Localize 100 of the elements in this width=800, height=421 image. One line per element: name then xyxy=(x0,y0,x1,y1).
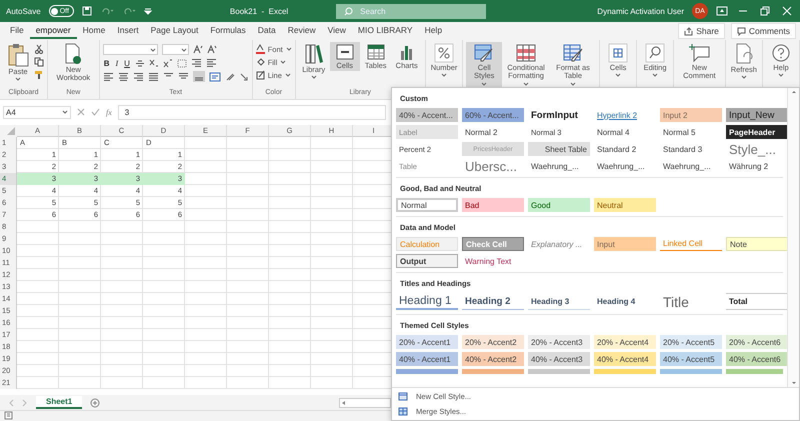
ribbon-tab[interactable]: Page Layout xyxy=(144,23,204,39)
caret-icon[interactable] xyxy=(286,47,292,51)
cell-style[interactable]: Good xyxy=(528,198,590,212)
cell-style[interactable]: 20% - Accent3 xyxy=(528,335,590,349)
highlighted-grid-icon[interactable] xyxy=(515,43,538,63)
ribbon-tab[interactable]: Formulas xyxy=(204,23,252,39)
insert-function-button[interactable]: fx xyxy=(106,108,112,116)
cell-style[interactable]: Normal xyxy=(396,198,458,212)
scroll-down-icon[interactable] xyxy=(790,379,798,387)
subscript-icon[interactable] xyxy=(148,58,159,68)
cell-style[interactable]: Normal 4 xyxy=(594,125,656,139)
cell-icon[interactable] xyxy=(334,43,355,61)
cell-style[interactable]: Explanatory ... xyxy=(528,237,590,251)
cell-style[interactable]: Note xyxy=(726,237,787,251)
add-sheet-icon[interactable] xyxy=(90,398,100,408)
cell-style[interactable]: Waehrung_... xyxy=(660,159,722,173)
percent-icon[interactable] xyxy=(434,43,454,63)
align-left-icon[interactable] xyxy=(102,72,114,82)
cell-style[interactable]: Heading 1 xyxy=(396,293,458,310)
format-button[interactable]: I xyxy=(114,58,120,68)
wrap-text-icon[interactable] xyxy=(208,72,221,82)
caret-icon[interactable] xyxy=(62,110,68,114)
cell-style[interactable]: 20% - Accent1 xyxy=(396,335,458,349)
table-brush-icon[interactable] xyxy=(562,43,584,63)
strikethrough-icon[interactable] xyxy=(134,58,145,68)
save-icon[interactable] xyxy=(82,6,92,16)
formula-field[interactable]: 3 xyxy=(118,104,386,120)
cells-icon[interactable] xyxy=(608,43,628,63)
horizontal-scrollbar[interactable] xyxy=(339,398,391,408)
scroll-left-icon[interactable] xyxy=(340,398,347,406)
cell-style[interactable]: 40% - Accent5 xyxy=(660,352,722,366)
cell-style[interactable]: PageHeader xyxy=(726,125,787,139)
cell-style[interactable]: 40% - Accent3 xyxy=(528,352,590,366)
cell-style[interactable]: Bad xyxy=(462,198,524,212)
cell-style[interactable]: Heading 4 xyxy=(594,293,656,310)
scroll-up-icon[interactable] xyxy=(790,88,798,96)
search-icon[interactable] xyxy=(645,43,666,63)
cell-style[interactable]: Hyperlink 2 xyxy=(594,108,656,122)
restore-icon[interactable] xyxy=(758,6,772,16)
cell-style[interactable]: Waehrung_... xyxy=(528,159,590,173)
shrink-font-icon[interactable] xyxy=(206,45,217,54)
cell-style[interactable]: 40% - Accent2 xyxy=(462,352,524,366)
document-icon[interactable] xyxy=(64,43,82,65)
help-icon[interactable] xyxy=(770,43,791,63)
check-icon[interactable] xyxy=(91,108,100,116)
cell-style[interactable]: Output xyxy=(396,254,458,268)
align-middle-icon[interactable] xyxy=(178,72,189,82)
cell-style[interactable]: 20% - Accent5 xyxy=(660,335,722,349)
styles-icon[interactable] xyxy=(473,43,496,63)
borders-icon[interactable] xyxy=(176,58,187,68)
document-refresh-icon[interactable] xyxy=(734,43,754,65)
cell-style[interactable]: Waehrung_... xyxy=(594,159,656,173)
format-button[interactable]: B xyxy=(102,58,110,68)
caret-icon[interactable] xyxy=(284,73,291,77)
superscript-icon[interactable] xyxy=(162,58,173,68)
cell-style[interactable]: Standard 3 xyxy=(660,142,722,156)
format-button[interactable]: U xyxy=(123,58,131,68)
increase-indent-icon[interactable] xyxy=(206,58,217,68)
cell-style[interactable]: 40% - Accent4 xyxy=(594,352,656,366)
books-icon[interactable] xyxy=(304,43,324,65)
justify-icon[interactable] xyxy=(148,72,159,82)
font-name-field[interactable] xyxy=(102,44,158,55)
table-icon[interactable] xyxy=(366,43,386,61)
ribbon-tab[interactable]: View xyxy=(322,23,352,39)
comment-icon[interactable] xyxy=(688,43,710,63)
cell-style[interactable]: 40% - Accent... xyxy=(396,108,458,122)
cell-style[interactable]: Standard 2 xyxy=(594,142,656,156)
cell-style[interactable]: Währung 2 xyxy=(726,159,787,173)
caret-icon[interactable] xyxy=(150,48,156,52)
ribbon-display-icon[interactable] xyxy=(716,6,728,16)
cell-style[interactable]: Ubersc... xyxy=(462,159,524,173)
align-center-icon[interactable] xyxy=(118,72,129,82)
vertical-scrollbar[interactable] xyxy=(787,88,799,387)
ribbon-tab[interactable]: Insert xyxy=(111,23,145,39)
macro-icon[interactable] xyxy=(4,411,13,420)
brush-icon[interactable] xyxy=(34,70,44,80)
name-box[interactable]: A4 xyxy=(3,106,71,118)
customize-icon[interactable] xyxy=(144,7,152,15)
scissors-icon[interactable] xyxy=(34,44,44,54)
orientation-icon[interactable] xyxy=(224,72,235,82)
sheet-tab[interactable]: Sheet1 xyxy=(36,396,82,409)
ribbon-tab[interactable]: Review xyxy=(282,23,322,39)
cell-style[interactable]: Warning Text xyxy=(462,254,524,268)
cell-style[interactable]: 20% - Accent6 xyxy=(726,335,787,349)
copy-icon[interactable] xyxy=(34,57,44,67)
cell-style[interactable]: 40% - Accent6 xyxy=(726,352,787,366)
ribbon-tab[interactable]: File xyxy=(4,23,30,39)
cell-style[interactable]: Style_... xyxy=(726,142,787,156)
cell-style[interactable]: Input_New xyxy=(726,108,787,122)
share-button[interactable]: Share xyxy=(678,23,725,39)
search-field[interactable]: Search xyxy=(336,4,486,18)
cell-style[interactable]: Heading 3 xyxy=(528,293,590,310)
cell-style[interactable]: Normal 2 xyxy=(462,125,524,139)
chart-icon[interactable] xyxy=(400,43,414,61)
align-right-icon[interactable] xyxy=(132,72,144,82)
align-bottom-icon[interactable] xyxy=(192,71,205,82)
cell-style[interactable]: Sheet Table xyxy=(528,142,590,156)
caret-icon[interactable] xyxy=(180,48,187,52)
cell-style[interactable]: Title xyxy=(660,293,722,310)
caret-icon[interactable] xyxy=(280,60,286,64)
